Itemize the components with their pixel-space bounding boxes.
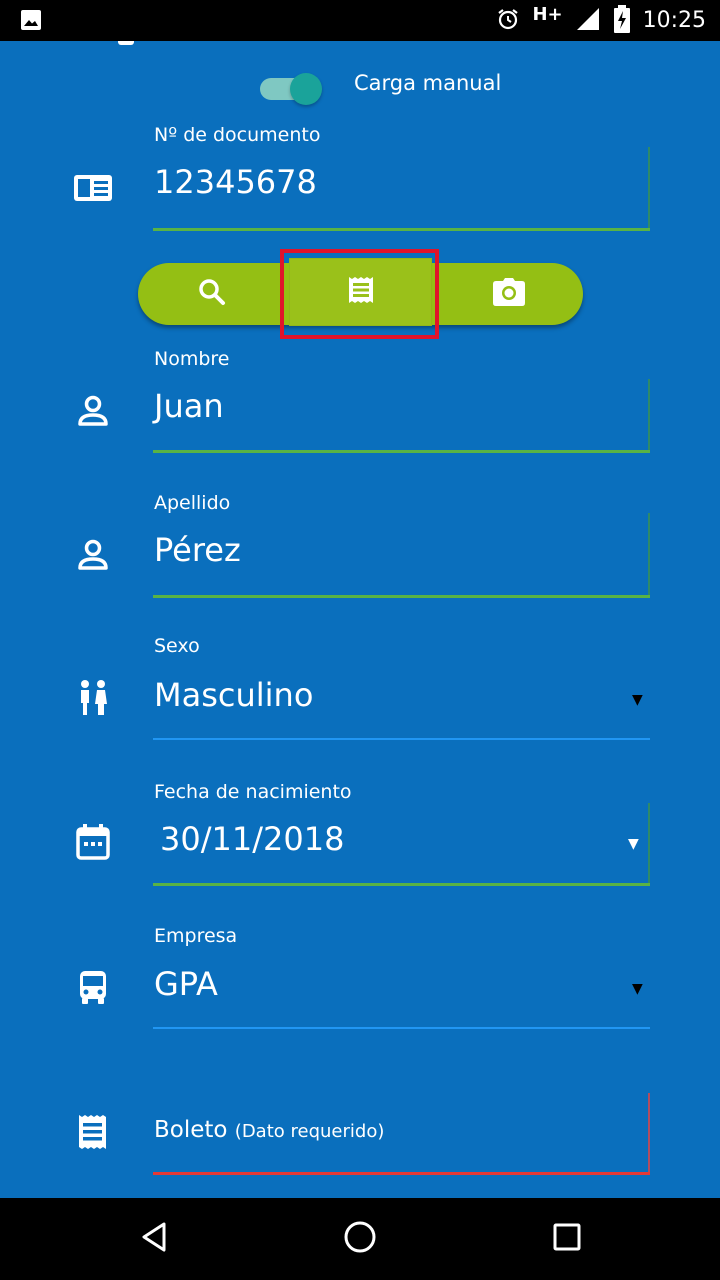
boleto-label: Boleto [154,1117,228,1143]
toggle-thumb [290,73,322,105]
back-button[interactable] [134,1219,174,1259]
person-icon [72,535,114,577]
receipt-button[interactable] [289,258,432,326]
empresa-underline [153,1027,650,1029]
boleto-hint: (Dato requerido) [234,1121,385,1142]
back-triangle-icon [139,1221,169,1257]
sexo-dropdown-arrow[interactable]: ▼ [632,692,643,708]
sexo-select[interactable]: Masculino [154,676,313,714]
nombre-underline [153,450,650,453]
signal-icon [575,6,601,36]
id-card-icon [72,166,114,208]
boleto-receipt-icon [72,1112,114,1154]
navigation-bar [0,1198,720,1280]
document-input[interactable]: 12345678 [154,163,317,201]
status-time: 10:25 [642,8,706,33]
recents-square-icon [552,1222,582,1256]
person-icon [72,391,114,433]
fecha-input[interactable]: 30/11/2018 [160,820,344,858]
apellido-input[interactable]: Pérez [154,531,241,569]
boleto-underline-error [153,1172,650,1175]
camera-button[interactable] [434,263,583,325]
bus-icon [72,967,114,1009]
fecha-field-edge [648,803,650,885]
top-indicator [118,41,134,45]
camera-icon [492,277,526,311]
status-bar: H+ 10:25 [0,0,720,41]
form-container: Carga manual Nº de documento 12345678 No… [0,41,720,1198]
fecha-underline [153,883,650,886]
calendar-icon [72,822,114,864]
battery-charging-icon [613,4,631,37]
sexo-underline [153,738,650,740]
nombre-label: Nombre [154,348,230,370]
document-label: Nº de documento [154,124,321,146]
nombre-field-edge [648,379,650,452]
home-button[interactable] [340,1219,380,1259]
network-type: H+ [532,4,563,25]
alarm-icon [496,7,520,35]
image-icon [20,9,42,35]
empresa-select[interactable]: GPA [154,965,218,1003]
sexo-label: Sexo [154,635,200,657]
toggle-label: Carga manual [354,71,502,95]
empresa-label: Empresa [154,925,238,947]
nombre-input[interactable]: Juan [154,387,224,425]
search-icon [197,277,227,311]
recents-button[interactable] [547,1219,587,1259]
boleto-input[interactable]: Boleto (Dato requerido) [154,1117,384,1143]
people-icon [72,677,114,719]
home-circle-icon [343,1220,377,1258]
fecha-dropdown-arrow[interactable]: ▼ [628,836,639,852]
carga-manual-toggle[interactable] [260,73,324,105]
apellido-underline [153,595,650,598]
receipt-icon [346,275,376,309]
document-field-edge [648,147,650,229]
apellido-label: Apellido [154,492,231,514]
document-underline [153,228,650,231]
fecha-label: Fecha de nacimiento [154,781,352,803]
apellido-field-edge [648,513,650,597]
empresa-dropdown-arrow[interactable]: ▼ [632,981,643,997]
boleto-field-edge [648,1093,650,1175]
search-button[interactable] [138,263,286,325]
